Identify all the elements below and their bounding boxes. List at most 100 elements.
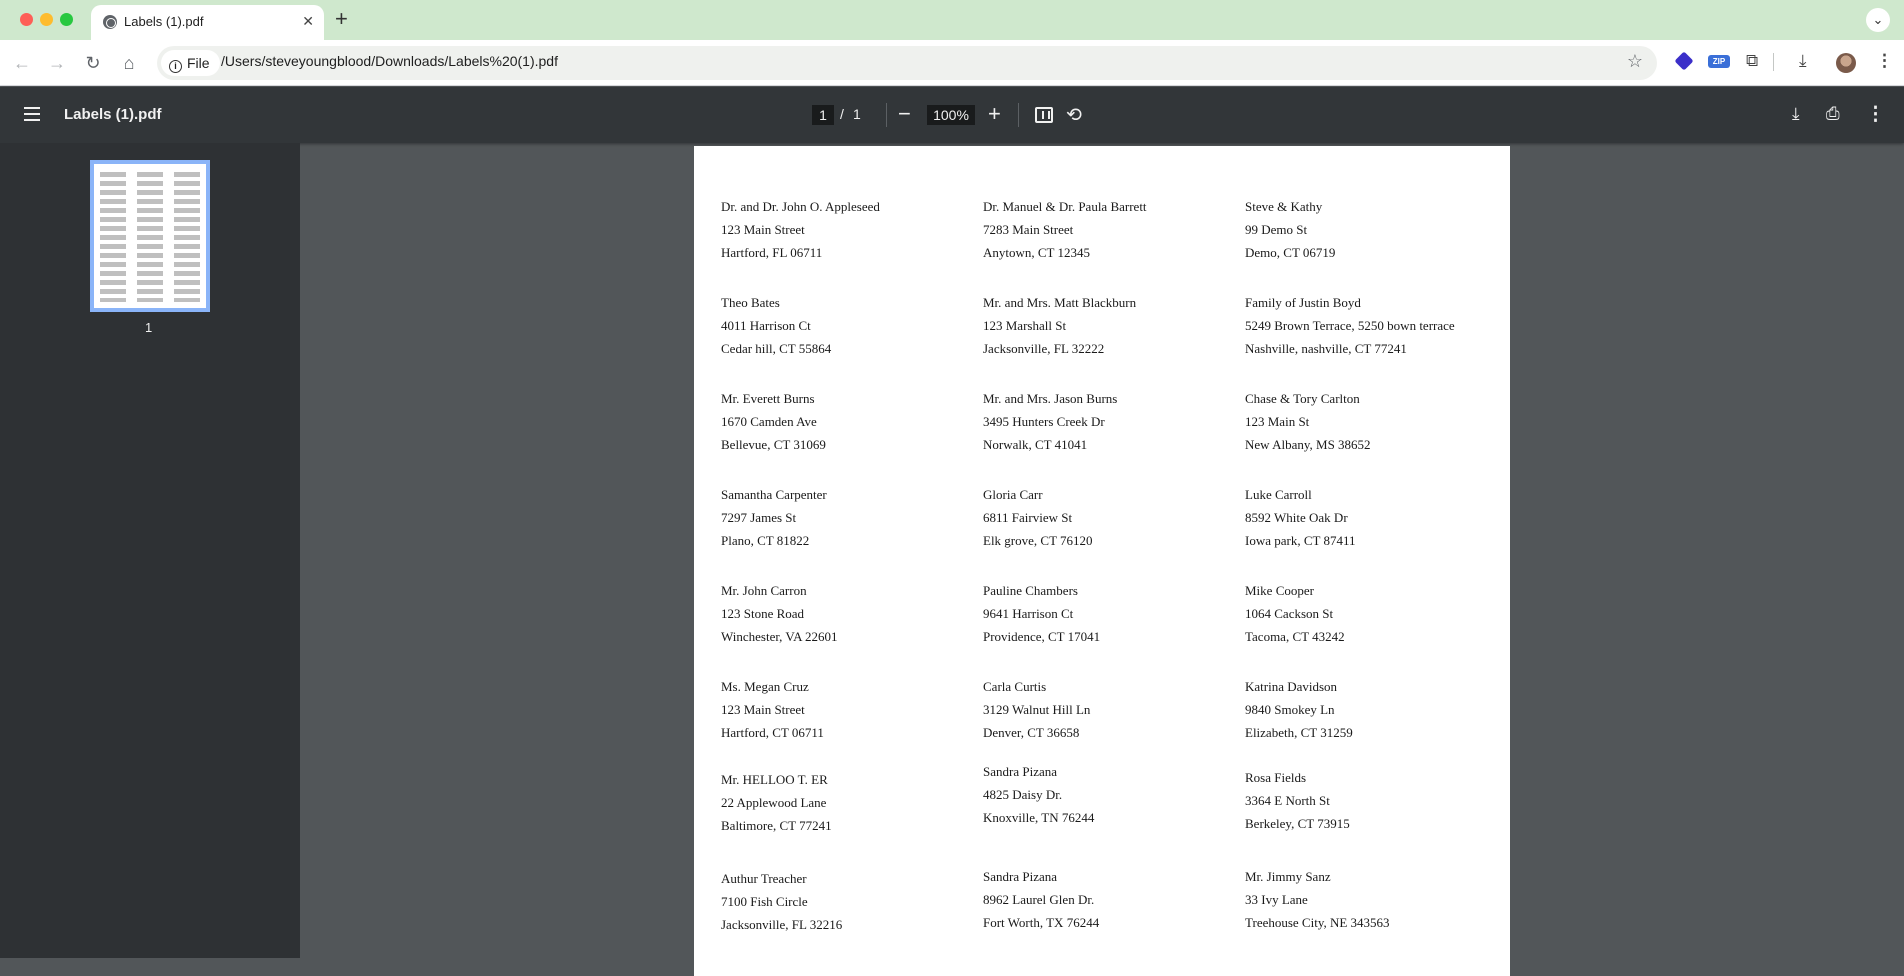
print-icon[interactable]: ⎙ <box>1826 104 1840 124</box>
rotate-icon[interactable]: ⟲ <box>1066 104 1082 127</box>
forward-arrow-icon[interactable]: → <box>45 51 69 75</box>
page-thumbnail[interactable] <box>90 160 210 312</box>
zoom-input[interactable]: 100% <box>927 105 975 125</box>
downloads-icon[interactable]: ⤓ <box>1799 51 1807 71</box>
label-city: Baltimore, CT 77241 <box>721 818 832 833</box>
label-city: Cedar hill, CT 55864 <box>721 341 832 356</box>
label-city: Knoxville, TN 76244 <box>983 810 1095 825</box>
thumbnail-preview <box>100 172 200 302</box>
label-city: Elizabeth, CT 31259 <box>1245 725 1353 740</box>
label-street: 123 Main St <box>1245 414 1310 429</box>
tab-title: Labels (1).pdf <box>124 14 204 29</box>
address-label: Rosa Fields 3364 E North St Berkeley, CT 7… <box>1245 766 1350 835</box>
label-street: 123 Main Street <box>721 222 805 237</box>
address-label: Dr. and Dr. John O. Appleseed 123 Main St… <box>721 195 880 264</box>
label-name: Chase & Tory Carlton <box>1245 391 1360 406</box>
address-label: Mr. and Mrs. Jason Burns 3495 Hunters Cre… <box>983 387 1117 456</box>
info-icon: i <box>169 60 182 73</box>
label-name: Mr. HELLOO T. ER <box>721 772 828 787</box>
label-name: Sandra Pizana <box>983 764 1058 779</box>
address-label: Steve & Kathy 99 Demo St Demo, CT 06719 <box>1245 195 1335 264</box>
site-info-chip[interactable]: i File <box>161 50 220 76</box>
back-arrow-icon[interactable]: ← <box>10 51 34 75</box>
address-label: Gloria Carr 6811 Fairview St Elk grove, CT… <box>983 483 1093 552</box>
label-street: 3364 E North St <box>1245 793 1330 808</box>
fit-to-page-icon[interactable] <box>1035 107 1053 123</box>
label-name: Gloria Carr <box>983 487 1043 502</box>
thumbnail-page-number: 1 <box>145 320 153 335</box>
download-icon[interactable]: ⤓ <box>1792 104 1800 124</box>
page-total: 1 <box>853 106 861 122</box>
address-label: Samantha Carpenter 7297 James St Plano, CT… <box>721 483 827 552</box>
pdf-page: Dr. and Dr. John O. Appleseed 123 Main St… <box>694 146 1510 976</box>
label-name: Pauline Chambers <box>983 583 1078 598</box>
label-name: Samantha Carpenter <box>721 487 827 502</box>
label-city: Norwalk, CT 41041 <box>983 437 1088 452</box>
address-label: Mr. Jimmy Sanz 33 Ivy Lane Treehouse City,… <box>1245 865 1390 934</box>
address-label: Pauline Chambers 9641 Harrison Ct Providen… <box>983 579 1100 648</box>
browser-tab[interactable]: Labels (1).pdf ✕ <box>91 5 324 40</box>
window-minimize-button[interactable] <box>40 13 53 26</box>
label-name: Carla Curtis <box>983 679 1047 694</box>
label-city: Hartford, FL 06711 <box>721 245 823 260</box>
address-label: Mr. and Mrs. Matt Blackburn 123 Marshall … <box>983 291 1136 360</box>
address-label: Mr. Everett Burns 1670 Camden Ave Bellevue… <box>721 387 826 456</box>
address-label: Theo Bates 4011 Harrison Ct Cedar hill, CT… <box>721 291 831 360</box>
label-city: Demo, CT 06719 <box>1245 245 1336 260</box>
address-label: Katrina Davidson 9840 Smokey Ln Elizabeth,… <box>1245 675 1353 744</box>
reload-icon[interactable]: ↻ <box>81 51 105 75</box>
more-options-icon[interactable]: ⋮ <box>1866 103 1885 126</box>
label-name: Family of Justin Boyd <box>1245 295 1361 310</box>
label-name: Mr. Everett Burns <box>721 391 815 406</box>
label-street: 123 Main Street <box>721 702 805 717</box>
label-city: Jacksonville, FL 32222 <box>983 341 1105 356</box>
address-label: Sandra Pizana 8962 Laurel Glen Dr. Fort Wo… <box>983 865 1099 934</box>
bookmark-star-icon[interactable]: ☆ <box>1627 51 1643 72</box>
address-label: Chase & Tory Carlton 123 Main St New Alban… <box>1245 387 1371 456</box>
label-city: Anytown, CT 12345 <box>983 245 1091 260</box>
browser-menu-icon[interactable]: ⋮ <box>1876 51 1893 71</box>
label-city: Elk grove, CT 76120 <box>983 533 1093 548</box>
profile-avatar[interactable] <box>1836 53 1856 73</box>
label-name: Ms. Megan Cruz <box>721 679 809 694</box>
label-street: 123 Stone Road <box>721 606 805 621</box>
address-label: Authur Treacher 7100 Fish Circle Jacksonvi… <box>721 867 842 936</box>
label-name: Mr. Jimmy Sanz <box>1245 869 1331 884</box>
home-icon[interactable]: ⌂ <box>117 51 141 75</box>
page-number-input[interactable]: 1 <box>812 105 834 125</box>
label-city: Iowa park, CT 87411 <box>1245 533 1356 548</box>
new-tab-button[interactable]: + <box>335 8 348 30</box>
puzzle-icon[interactable]: ⧉ <box>1746 51 1758 71</box>
address-label: Mike Cooper 1064 Cackson St Tacoma, CT 432… <box>1245 579 1345 648</box>
page-separator: / <box>840 106 844 122</box>
zip-icon[interactable]: ZIP <box>1708 55 1730 68</box>
url-text[interactable]: /Users/steveyoungblood/Downloads/Labels%… <box>221 53 558 69</box>
label-city: Providence, CT 17041 <box>983 629 1101 644</box>
browser-toolbar: ← → ↻ ⌂ i File /Users/steveyoungblood/Dow… <box>0 40 1904 86</box>
label-street: 22 Applewood Lane <box>721 795 827 810</box>
toolbar-divider <box>1018 103 1019 127</box>
zoom-in-icon[interactable]: + <box>988 101 1001 127</box>
close-tab-icon[interactable]: ✕ <box>302 13 314 29</box>
label-city: Jacksonville, FL 32216 <box>721 917 843 932</box>
label-street: 7283 Main Street <box>983 222 1074 237</box>
label-city: Fort Worth, TX 76244 <box>983 915 1100 930</box>
label-street: 1064 Cackson St <box>1245 606 1334 621</box>
address-label: Mr. HELLOO T. ER 22 Applewood Lane Baltimo… <box>721 768 832 837</box>
label-city: Tacoma, CT 43242 <box>1245 629 1345 644</box>
label-street: 9641 Harrison Ct <box>983 606 1074 621</box>
sidebar-menu-icon[interactable] <box>24 107 40 121</box>
window-maximize-button[interactable] <box>60 13 73 26</box>
label-street: 3495 Hunters Creek Dr <box>983 414 1105 429</box>
label-city: Berkeley, CT 73915 <box>1245 816 1350 831</box>
label-street: 3129 Walnut Hill Ln <box>983 702 1091 717</box>
label-name: Mr. John Carron <box>721 583 807 598</box>
address-bar[interactable]: i File /Users/steveyoungblood/Downloads/L… <box>157 46 1657 80</box>
window-close-button[interactable] <box>20 13 33 26</box>
zoom-out-icon[interactable]: − <box>898 101 911 127</box>
label-name: Authur Treacher <box>721 871 807 886</box>
tab-search-button[interactable]: ⌄ <box>1866 8 1890 32</box>
tab-strip: Labels (1).pdf ✕ + ⌄ <box>0 0 1904 40</box>
label-street: 4825 Daisy Dr. <box>983 787 1063 802</box>
label-street: 1670 Camden Ave <box>721 414 817 429</box>
